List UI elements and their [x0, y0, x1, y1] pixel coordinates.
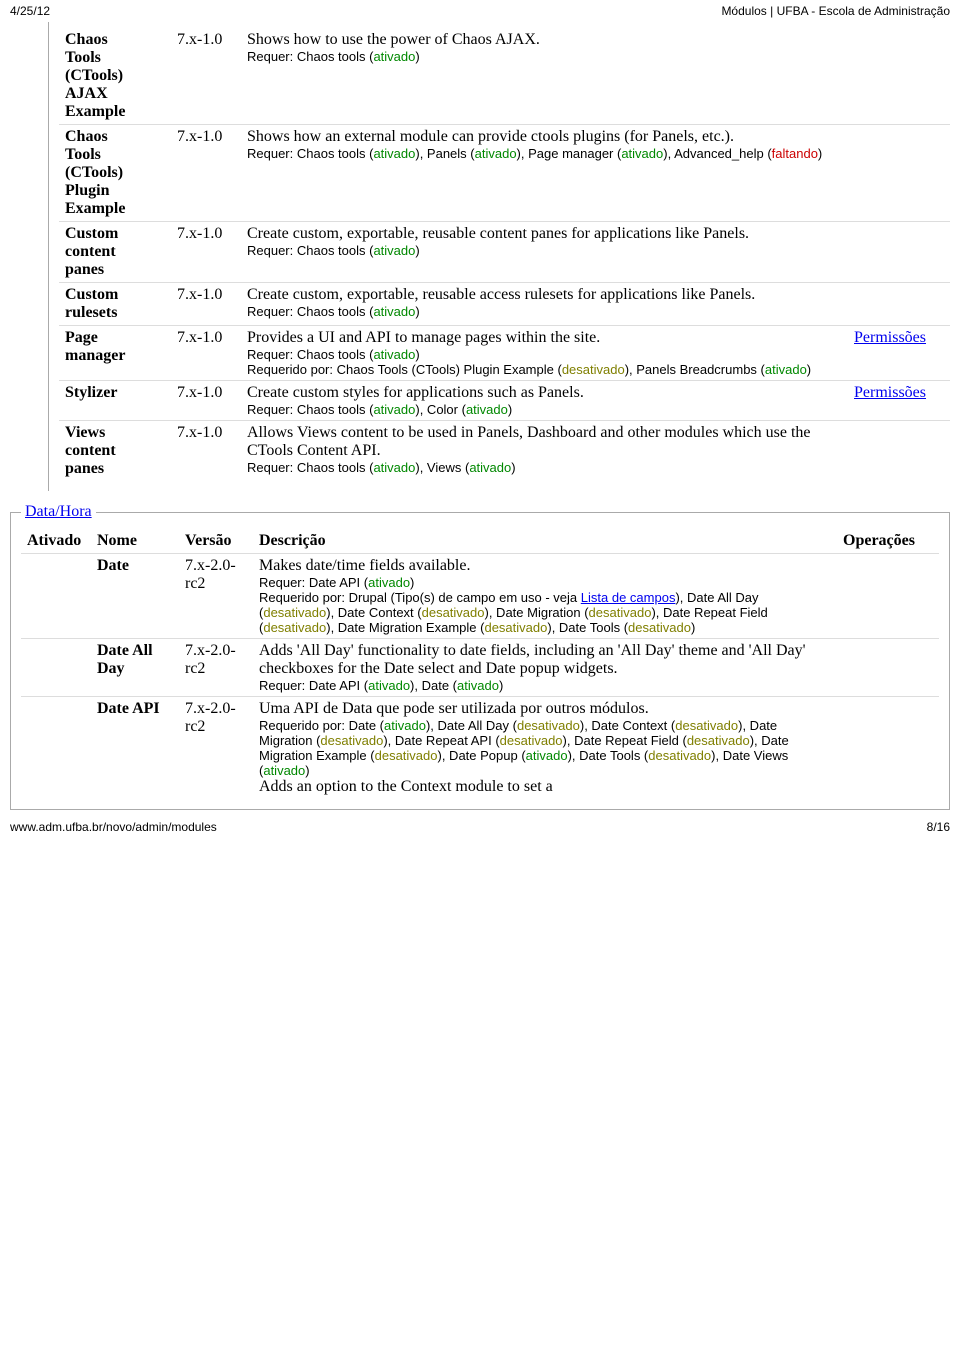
table-row: Customrulesets7.x-1.0Create custom, expo…: [59, 283, 950, 326]
module-version: 7.x-1.0: [171, 283, 241, 326]
ctools-table: ChaosTools(CTools)AJAXExample7.x-1.0Show…: [59, 28, 950, 481]
module-description: Allows Views content to be used in Panel…: [241, 421, 848, 482]
module-description: Adds 'All Day' functionality to date fie…: [253, 639, 837, 697]
ativado-cell: [21, 639, 91, 697]
header-date: 4/25/12: [10, 4, 50, 18]
module-name: Date All Day: [91, 639, 179, 697]
table-row: ChaosTools(CTools)AJAXExample7.x-1.0Show…: [59, 28, 950, 125]
lista-campos-link[interactable]: Lista de campos: [581, 590, 676, 605]
module-ops: [848, 222, 950, 283]
table-row: Date7.x-2.0-rc2Makes date/time fields av…: [21, 554, 939, 639]
ativado-cell: [21, 554, 91, 639]
ctools-section: ChaosTools(CTools)AJAXExample7.x-1.0Show…: [48, 22, 950, 491]
col-versao: Versão: [179, 529, 253, 554]
datahora-legend[interactable]: Data/Hora: [25, 503, 92, 520]
table-row: Pagemanager7.x-1.0Provides a UI and API …: [59, 326, 950, 381]
module-description: Create custom, exportable, reusable cont…: [241, 222, 848, 283]
table-row: Date API7.x-2.0-rc2Uma API de Data que p…: [21, 697, 939, 800]
module-description: Create custom styles for applications su…: [241, 381, 848, 421]
module-description: Shows how an external module can provide…: [241, 125, 848, 222]
table-row: Date All Day7.x-2.0-rc2Adds 'All Day' fu…: [21, 639, 939, 697]
datahora-table: Ativado Nome Versão Descrição Operações …: [21, 529, 939, 799]
module-name: Customrulesets: [59, 283, 171, 326]
module-name: Date API: [91, 697, 179, 800]
module-name: Customcontentpanes: [59, 222, 171, 283]
permissions-link[interactable]: Permissões: [854, 329, 926, 346]
module-description: Uma API de Data que pode ser utilizada p…: [253, 697, 837, 800]
ativado-cell: [21, 697, 91, 800]
module-ops: [848, 421, 950, 482]
module-version: 7.x-2.0-rc2: [179, 697, 253, 800]
module-name: ChaosTools(CTools)AJAXExample: [59, 28, 171, 125]
module-ops: [837, 697, 939, 800]
module-version: 7.x-1.0: [171, 125, 241, 222]
col-operacoes: Operações: [837, 529, 939, 554]
col-ativado: Ativado: [21, 529, 91, 554]
module-ops: [848, 125, 950, 222]
module-version: 7.x-1.0: [171, 28, 241, 125]
header-title: Módulos | UFBA - Escola de Administração: [721, 4, 950, 18]
col-descricao: Descrição: [253, 529, 837, 554]
table-row: Stylizer7.x-1.0Create custom styles for …: [59, 381, 950, 421]
module-version: 7.x-1.0: [171, 326, 241, 381]
table-row: Viewscontentpanes7.x-1.0Allows Views con…: [59, 421, 950, 482]
table-row: ChaosTools(CTools)PluginExample7.x-1.0Sh…: [59, 125, 950, 222]
module-name: ChaosTools(CTools)PluginExample: [59, 125, 171, 222]
module-ops: [837, 639, 939, 697]
module-name: Pagemanager: [59, 326, 171, 381]
module-ops: [848, 28, 950, 125]
module-ops: Permissões: [848, 326, 950, 381]
module-ops: [837, 554, 939, 639]
module-version: 7.x-2.0-rc2: [179, 554, 253, 639]
datahora-fieldset: Data/Hora Ativado Nome Versão Descrição …: [10, 503, 950, 810]
footer-url: www.adm.ufba.br/novo/admin/modules: [10, 820, 217, 834]
module-version: 7.x-2.0-rc2: [179, 639, 253, 697]
module-name: Viewscontentpanes: [59, 421, 171, 482]
module-version: 7.x-1.0: [171, 222, 241, 283]
module-description: Shows how to use the power of Chaos AJAX…: [241, 28, 848, 125]
module-name: Stylizer: [59, 381, 171, 421]
module-description: Create custom, exportable, reusable acce…: [241, 283, 848, 326]
module-description: Makes date/time fields available.Requer:…: [253, 554, 837, 639]
module-name: Date: [91, 554, 179, 639]
footer-pages: 8/16: [927, 820, 950, 834]
module-ops: Permissões: [848, 381, 950, 421]
module-ops: [848, 283, 950, 326]
module-description: Provides a UI and API to manage pages wi…: [241, 326, 848, 381]
col-nome: Nome: [91, 529, 179, 554]
permissions-link[interactable]: Permissões: [854, 384, 926, 401]
table-row: Customcontentpanes7.x-1.0Create custom, …: [59, 222, 950, 283]
module-version: 7.x-1.0: [171, 381, 241, 421]
module-version: 7.x-1.0: [171, 421, 241, 482]
